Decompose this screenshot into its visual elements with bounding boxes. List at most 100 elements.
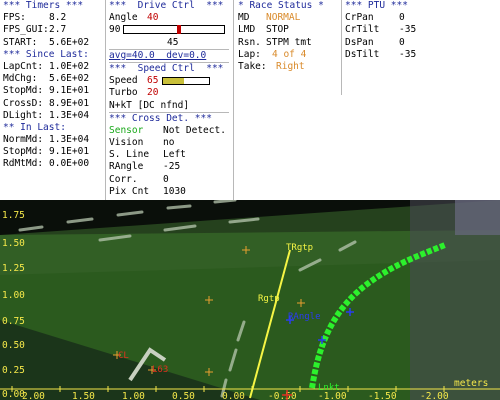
in-last-value: 1.3E+04 <box>49 134 90 146</box>
cross-row: Corr. 0 <box>109 174 229 186</box>
column-divider <box>233 0 234 200</box>
in-last-row: NormMd: 1.3E+04 <box>3 134 103 146</box>
in-last-value: 9.1E+01 <box>49 146 90 158</box>
timer-row-fps: FPS: 8.2 <box>3 12 103 24</box>
timer-value: 2.7 <box>49 24 67 36</box>
angle-slider[interactable] <box>123 25 226 35</box>
lap-value: 4 of 4 <box>272 48 307 60</box>
cross-label: Corr. <box>109 173 138 185</box>
rsn-value: STPM tmt <box>266 36 312 48</box>
y-tick-label: 1.00 <box>2 290 25 301</box>
turbo-label: Turbo <box>109 87 138 99</box>
cross-label: Vision <box>109 137 144 149</box>
cross-row: Vision no <box>109 137 229 149</box>
noise-area <box>455 200 500 235</box>
take-value: Right <box>276 60 305 72</box>
timer-label: START: <box>3 36 38 48</box>
in-last-label: RdMtMd: <box>3 158 44 170</box>
md-value: NORMAL <box>266 12 301 24</box>
angle-row: Angle 40 <box>109 12 229 24</box>
rsn-row: Rsn. STPM tmt <box>238 37 338 49</box>
ptu-row: CrTilt -35 <box>345 24 495 36</box>
cross-row: Sensor Not Detect. <box>109 125 229 137</box>
ptu-value: 0 <box>399 36 405 48</box>
x-tick-label: 1.50 <box>72 391 95 400</box>
since-row: CrossD: 8.9E+01 <box>3 98 103 110</box>
ptu-value: -35 <box>399 24 417 36</box>
ptu-value: -35 <box>399 48 417 60</box>
camera-view: 1.75 1.50 1.25 1.00 0.75 0.50 0.25 0.00 … <box>0 200 500 400</box>
angle-average: avg=40.0 dev=0.0 <box>109 48 229 62</box>
timer-label: FPS_GUI: <box>3 24 49 36</box>
cross-label: S. Line <box>109 149 150 161</box>
lmd-label: LMD <box>238 24 256 36</box>
since-row: DLight: 1.3E+04 <box>3 110 103 122</box>
since-value: 8.9E+01 <box>49 97 90 109</box>
x-tick-label: -2.00 <box>420 391 449 400</box>
timer-row-start: START: 5.6E+02 <box>3 37 103 49</box>
since-row: StopMd: 9.1E+01 <box>3 85 103 97</box>
in-last-header: ** In Last: <box>3 121 66 133</box>
cross-value: Left <box>163 149 186 161</box>
timers-column: *** Timers *** FPS: 8.2 FPS_GUI:2.7 START… <box>3 0 103 200</box>
since-last-header: *** Since Last: <box>3 48 89 60</box>
angle-slider-handle[interactable] <box>177 25 182 35</box>
r-angle-label: RAngle <box>288 312 321 322</box>
cross-label: RAngle <box>109 161 144 173</box>
in-last-row: RdMtMd: 0.0E+00 <box>3 158 103 170</box>
lmd-value: STOP <box>266 24 289 36</box>
cross-value: Not Detect. <box>163 124 226 136</box>
lmd-row: LMD STOP <box>238 24 338 36</box>
timer-value: 5.6E+02 <box>49 36 90 48</box>
lap-label: Lap: <box>238 48 261 60</box>
since-label: CrossD: <box>3 97 44 109</box>
speed-bar <box>162 76 211 85</box>
timer-value: 8.2 <box>49 12 67 24</box>
x-tick-label: -1.50 <box>368 391 397 400</box>
speed-row: Speed 65 <box>109 75 229 87</box>
cross-value: no <box>163 137 175 149</box>
timer-row-fps-gui: FPS_GUI:2.7 <box>3 24 103 36</box>
lap-row: Lap: 4 of 4 <box>238 49 338 61</box>
take-label: Take: <box>238 60 267 72</box>
angle-max-label: 0 <box>228 24 229 35</box>
since-row: MdChg: 5.6E+02 <box>3 73 103 85</box>
drive-ctrl-header: *** Drive Ctrl *** <box>109 0 224 11</box>
angle-slider-row: 90 0 <box>109 24 229 36</box>
cross-det-header: *** Cross Det. *** <box>109 111 229 125</box>
angle-center-label: 45 <box>167 36 179 48</box>
md-row: MD NORMAL <box>238 12 338 24</box>
angle-min-label: 90 <box>109 24 121 36</box>
speed-value: 65 <box>147 75 159 87</box>
y-tick-label: 1.25 <box>2 263 25 274</box>
speed-ctrl-header: *** Speed Ctrl *** <box>109 61 229 75</box>
race-status-column: * Race Status * MD NORMAL LMD STOP Rsn. STP… <box>238 0 338 200</box>
in-last-label: NormMd: <box>3 134 44 146</box>
cross-value: 0 <box>163 173 169 185</box>
ptu-row: DsTilt -35 <box>345 49 495 61</box>
since-value: 1.0E+02 <box>49 60 90 72</box>
track-overlay: 1.75 1.50 1.25 1.00 0.75 0.50 0.25 0.00 … <box>0 200 500 400</box>
timers-header: *** Timers *** <box>3 0 84 11</box>
y-tick-label: 1.75 <box>2 210 25 221</box>
ptu-label: CrTilt <box>345 24 380 36</box>
since-value: 9.1E+01 <box>49 85 90 97</box>
take-row: Take: Right <box>238 61 338 73</box>
turbo-value: 20 <box>147 87 159 99</box>
since-value: 1.3E+04 <box>49 109 90 121</box>
race-status-header: * Race Status * <box>238 0 324 11</box>
ptu-row: DsPan 0 <box>345 37 495 49</box>
since-label: MdChg: <box>3 73 38 85</box>
x-tick-label: 2.00 <box>22 391 45 400</box>
speed-label: Speed <box>109 75 138 87</box>
lnkt-label: Lnkt <box>318 383 340 393</box>
in-last-label: StopMd: <box>3 146 44 158</box>
ptu-header: *** PTU *** <box>345 0 408 11</box>
y-tick-label: 0.50 <box>2 340 25 351</box>
x-tick-label: 1.00 <box>122 391 145 400</box>
ptu-column: *** PTU *** CrPan 0 CrTilt -35 DsPan 0 DsTi… <box>345 0 495 200</box>
y-tick-label: 0.75 <box>2 316 25 327</box>
column-divider <box>105 0 106 200</box>
cross-label: Pix Cnt <box>109 185 150 197</box>
since-label: LapCnt: <box>3 60 44 72</box>
